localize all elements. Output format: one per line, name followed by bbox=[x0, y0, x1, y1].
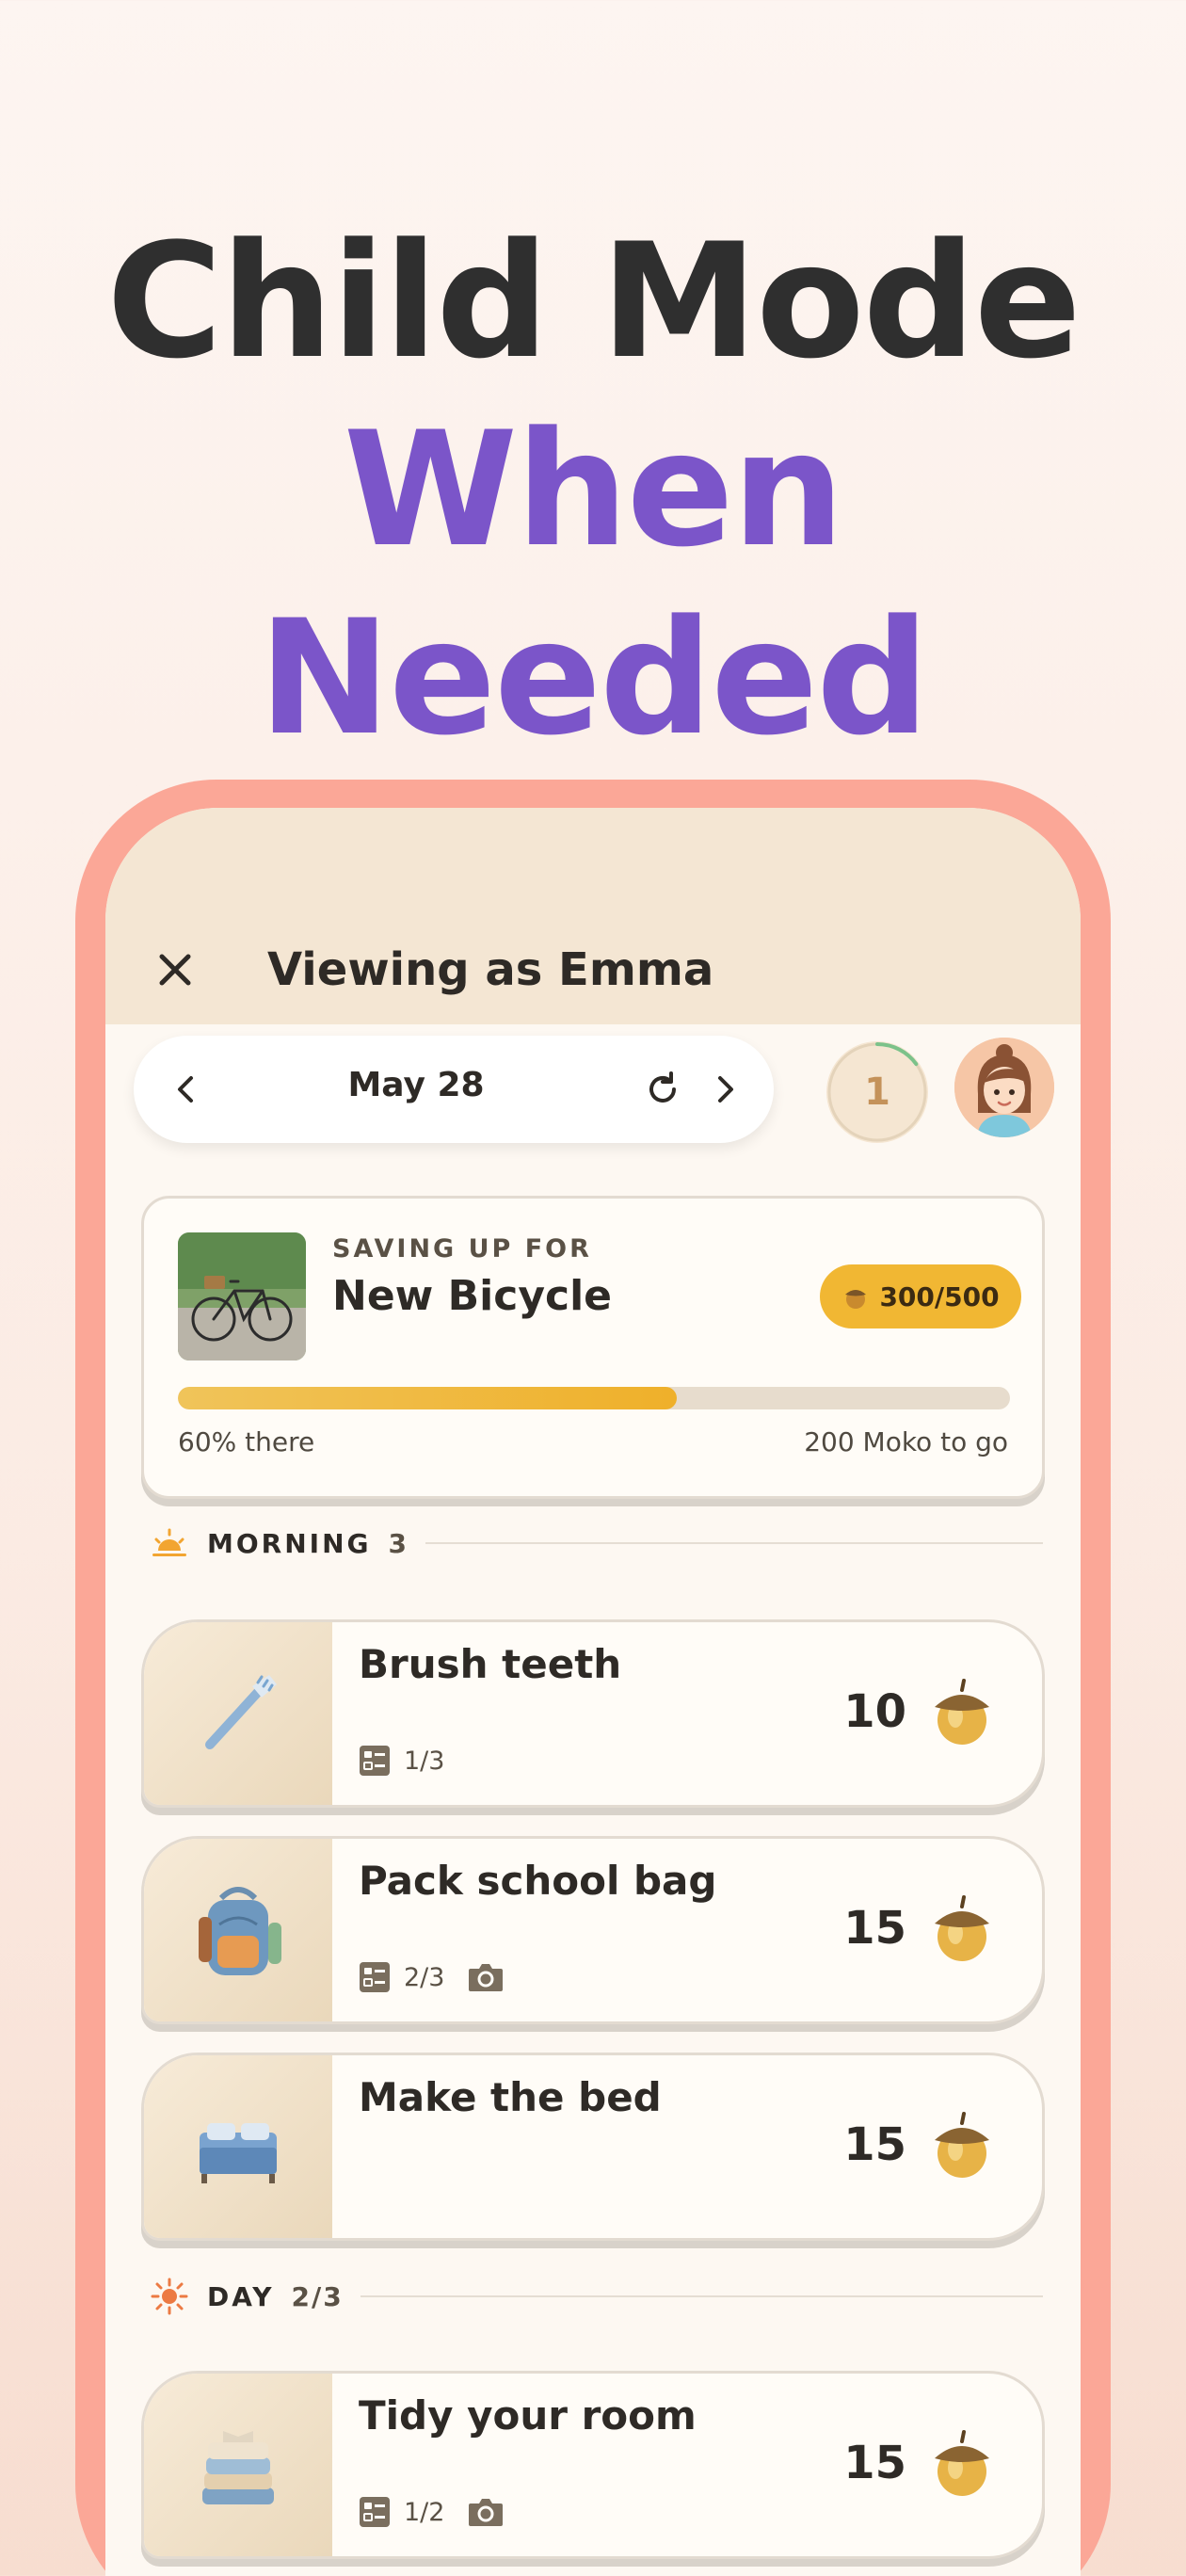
task-reward: 10 bbox=[843, 1677, 995, 1747]
date-selector: May 28 bbox=[134, 1036, 774, 1143]
task-reward: 15 bbox=[843, 2110, 995, 2180]
close-icon bbox=[159, 954, 191, 986]
goal-progress-fill bbox=[178, 1387, 678, 1409]
checklist-icon bbox=[360, 1746, 390, 1776]
acorn-icon bbox=[935, 2430, 989, 2496]
hero-line-1: Child Mode bbox=[106, 209, 1082, 394]
goal-title: New Bicycle bbox=[332, 1272, 613, 1320]
checklist-progress: 2/3 bbox=[404, 1962, 445, 1992]
task-card[interactable]: Pack school bag 2/3 15 bbox=[141, 1836, 1045, 2024]
top-bar: Viewing as Emma bbox=[105, 808, 1081, 1024]
bed-icon bbox=[200, 2123, 277, 2183]
task-image bbox=[144, 2374, 332, 2556]
goal-remaining-text: 200 Moko to go bbox=[804, 1426, 1008, 1457]
sun-icon bbox=[151, 2278, 188, 2315]
savings-goal-card[interactable]: SAVING UP FOR New Bicycle 300/500 60% th… bbox=[141, 1196, 1045, 1499]
goal-badge-value: 300/500 bbox=[879, 1280, 1000, 1312]
section-label: DAY bbox=[207, 2280, 275, 2312]
acorn-icon bbox=[935, 2112, 989, 2178]
task-image bbox=[144, 2055, 332, 2238]
backpack-icon bbox=[199, 1887, 281, 1975]
current-date[interactable]: May 28 bbox=[134, 1066, 698, 1104]
goal-percent-text: 60% there bbox=[178, 1426, 315, 1457]
task-counter[interactable]: 1 bbox=[826, 1041, 928, 1143]
section-divider bbox=[360, 2295, 1043, 2297]
checklist-progress: 1/2 bbox=[404, 2497, 445, 2527]
task-meta: 2/3 bbox=[359, 1961, 505, 1993]
sunrise-icon bbox=[152, 1528, 186, 1556]
checklist-progress: 1/3 bbox=[404, 1746, 445, 1776]
goal-kicker: SAVING UP FOR bbox=[332, 1234, 592, 1264]
avatar[interactable] bbox=[954, 1038, 1054, 1137]
viewing-as-title: Viewing as Emma bbox=[267, 943, 714, 996]
task-points: 15 bbox=[843, 2118, 906, 2171]
refresh-icon[interactable] bbox=[642, 1069, 683, 1110]
task-card[interactable]: Brush teeth 1/3 10 bbox=[141, 1619, 1045, 1808]
task-points: 10 bbox=[843, 1685, 906, 1738]
girl-avatar-icon bbox=[954, 1038, 1054, 1137]
task-reward: 15 bbox=[843, 1893, 995, 1963]
section-count: 2/3 bbox=[291, 2280, 344, 2312]
task-card[interactable]: Make the bed 15 bbox=[141, 2053, 1045, 2241]
goal-badge: 300/500 bbox=[820, 1264, 1021, 1328]
goal-progress-bar bbox=[178, 1387, 1010, 1409]
task-meta: 1/2 bbox=[359, 2496, 505, 2528]
phone-frame: Viewing as Emma May 28 1 SAVING UP FOR N… bbox=[75, 780, 1111, 2576]
acorn-icon bbox=[935, 1679, 989, 1745]
task-title: Make the bed bbox=[359, 2074, 662, 2120]
close-button[interactable] bbox=[145, 940, 205, 1000]
bicycle-icon bbox=[178, 1232, 306, 1360]
task-title: Brush teeth bbox=[359, 1641, 622, 1687]
task-points: 15 bbox=[843, 1902, 906, 1955]
task-reward: 15 bbox=[843, 2428, 995, 2498]
task-image bbox=[144, 1622, 332, 1805]
hero-heading: Child Mode When Needed bbox=[0, 207, 1186, 772]
folded-clothes-icon bbox=[202, 2431, 274, 2504]
section-label: MORNING bbox=[207, 1527, 372, 1559]
counter-value: 1 bbox=[864, 1071, 890, 1114]
camera-icon bbox=[469, 2499, 504, 2526]
section-day: DAY 2/3 bbox=[149, 2273, 1052, 2320]
section-divider bbox=[425, 1542, 1043, 1544]
task-image bbox=[144, 1839, 332, 2021]
hero-line-2: When Needed bbox=[258, 397, 930, 770]
next-day-icon[interactable] bbox=[706, 1071, 744, 1108]
phone-screen: Viewing as Emma May 28 1 SAVING UP FOR N… bbox=[105, 808, 1081, 2576]
acorn-icon bbox=[935, 1895, 989, 1961]
checklist-icon bbox=[360, 1962, 390, 1992]
task-points: 15 bbox=[843, 2437, 906, 2489]
bicycle-image bbox=[178, 1232, 306, 1360]
camera-icon bbox=[469, 1964, 504, 1991]
task-card[interactable]: Tidy your room 1/2 15 bbox=[141, 2371, 1045, 2559]
task-meta: 1/3 bbox=[359, 1745, 444, 1777]
section-count: 3 bbox=[388, 1527, 409, 1559]
checklist-icon bbox=[360, 2497, 390, 2527]
task-title: Tidy your room bbox=[359, 2392, 697, 2439]
toothbrush-icon bbox=[205, 1675, 277, 1749]
task-title: Pack school bag bbox=[359, 1858, 717, 1904]
acorn-icon bbox=[845, 1290, 867, 1309]
section-morning: MORNING 3 bbox=[149, 1520, 1052, 1567]
